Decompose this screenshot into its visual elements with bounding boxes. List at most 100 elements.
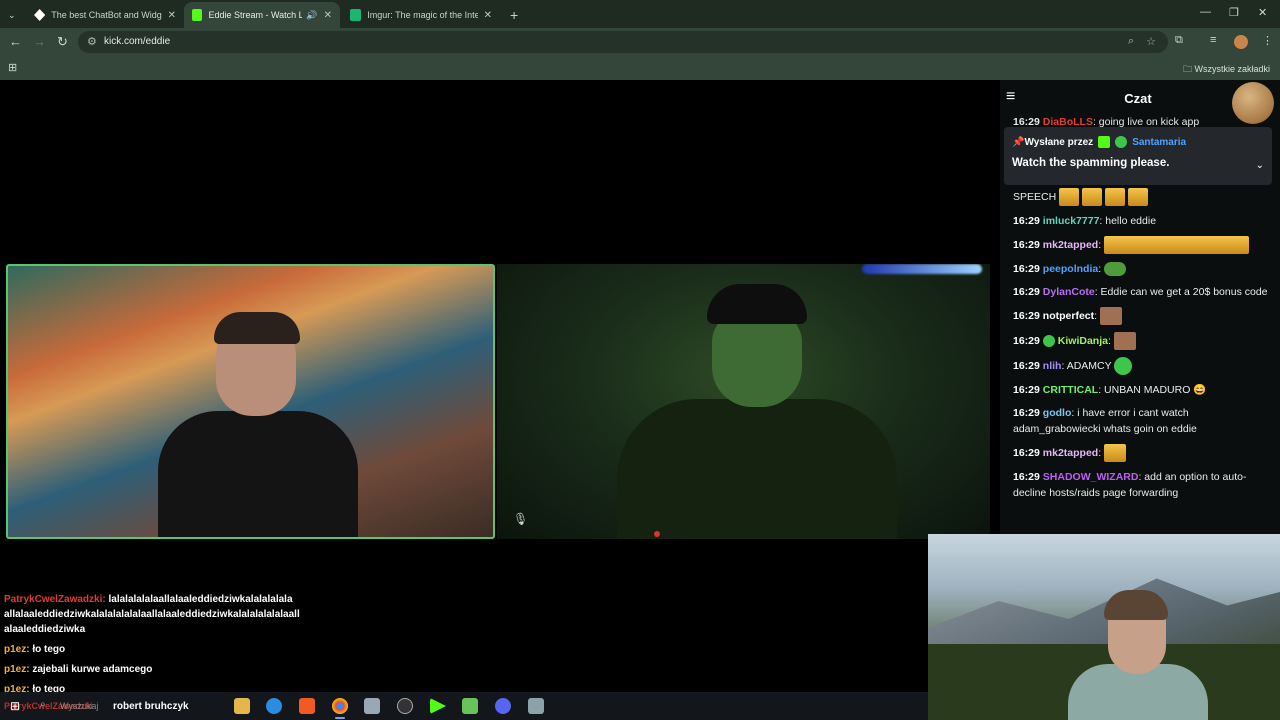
emote-icon <box>1104 444 1127 462</box>
browser-tab-bar: ⌄ The best ChatBot and Widgets ✕ Eddie S… <box>0 0 1280 28</box>
bookmarks-bar: ⊞ 🗀 Wszystkie zakładki <box>0 56 1280 80</box>
brave-browser-icon[interactable] <box>299 698 315 714</box>
kick-app-icon[interactable] <box>430 698 446 714</box>
browser-menu-icon[interactable]: ⋮ <box>1262 34 1273 47</box>
frog-emote-icon <box>1104 262 1127 277</box>
guest-person-image <box>158 312 358 537</box>
verified-badge-icon <box>1115 136 1128 148</box>
pinned-user[interactable]: Santamaria <box>1132 137 1186 148</box>
chat-messages: SPEECH 16:29 imluck7777: hello eddie 16:… <box>1013 188 1275 508</box>
chat-username[interactable]: KiwiDanja <box>1058 335 1108 347</box>
chat-message: 16:29 notperfect: <box>1013 307 1275 325</box>
emote-icon <box>1082 188 1103 206</box>
chat-username[interactable]: DylanCote <box>1043 286 1095 298</box>
bookmark-star-icon[interactable]: ☆ <box>1146 35 1156 48</box>
pinned-text: Watch the spamming please. <box>1012 157 1170 169</box>
apps-grid-icon[interactable]: ⊞ <box>8 61 17 74</box>
guest-webcam-video <box>6 264 495 539</box>
streamer-person-image <box>607 284 907 539</box>
app-icon[interactable] <box>462 698 478 714</box>
doge-avatar-icon <box>1232 82 1274 124</box>
overlay-chat-text: zajebali kurwe adamcego <box>32 664 153 675</box>
close-tab-icon[interactable]: ✕ <box>168 10 176 21</box>
forward-icon[interactable]: → <box>33 34 46 49</box>
overlay-chat-user: p1ez: <box>4 644 30 655</box>
folder-icon: 🗀 <box>1182 64 1195 74</box>
chat-message: 16:29 peepolndia: <box>1013 261 1275 277</box>
chat-username[interactable]: mk2tapped <box>1043 447 1098 459</box>
chat-message: 16:29 imluck7777: hello eddie <box>1013 215 1157 227</box>
face-emote-icon <box>1099 307 1122 325</box>
pin-icon: 📌 <box>1012 136 1025 148</box>
search-label[interactable]: Wyszukaj <box>60 701 98 711</box>
chrome-browser-icon[interactable] <box>332 698 348 714</box>
tab-imgur[interactable]: Imgur: The magic of the Interne ✕ <box>342 2 500 28</box>
emote-icon <box>1059 188 1080 206</box>
moderator-badge-icon <box>1098 136 1111 148</box>
all-bookmarks-button[interactable]: 🗀 Wszystkie zakładki <box>1183 62 1270 78</box>
close-window-icon[interactable]: ✕ <box>1258 6 1267 19</box>
tab-eddie-stream[interactable]: Eddie Stream - Watch Live 🔊 ✕ <box>184 2 340 28</box>
overlay-chat-message: p1ez: zajebali kurwe adamcego <box>4 662 324 677</box>
overlay-chat-message: p1ez: ło tego <box>4 642 324 657</box>
pinned-label: Wysłane przez <box>1024 136 1094 148</box>
address-toolbar: ← → ↻ ⚙ kick.com/eddie ⌕ ☆ ⧉ ≡ ⋮ <box>0 28 1280 56</box>
chat-username[interactable]: notperfect <box>1043 310 1094 322</box>
active-app-indicator <box>335 717 345 719</box>
overlay-chat-user: PatrykCwelZawadzki: <box>4 594 106 605</box>
chevron-down-icon[interactable]: ⌄ <box>1256 160 1264 171</box>
overlay-chat: PatrykCwelZawadzki: lalalalalalaallalaal… <box>4 592 324 702</box>
windows-start-icon[interactable]: ⊞ <box>10 699 20 713</box>
media-control-icon[interactable]: ≡ <box>1210 34 1216 46</box>
tab-chatbot[interactable]: The best ChatBot and Widgets ✕ <box>26 2 184 28</box>
new-tab-button[interactable]: + <box>502 2 526 28</box>
chat-username[interactable]: godlo <box>1043 407 1072 419</box>
chat-header: ≡ Czat <box>1000 80 1280 124</box>
windows-taskbar: PatrykCwelZawadzki ⊞ ⌕ Wyszukaj robert b… <box>0 692 928 720</box>
minimize-icon[interactable]: — <box>1200 6 1211 18</box>
tab-title: Eddie Stream - Watch Live <box>208 10 303 20</box>
edge-browser-icon[interactable] <box>266 698 282 714</box>
overlay-chat-text: ło tego <box>32 644 66 655</box>
face-emote-icon <box>1113 332 1136 350</box>
site-info-icon[interactable]: ⚙ <box>87 35 97 48</box>
emote-icon <box>1104 188 1125 206</box>
chat-message: 16:29 KiwiDanja: <box>1013 332 1275 350</box>
search-icon[interactable]: ⌕ <box>40 699 46 710</box>
chat-username[interactable]: mk2tapped <box>1043 239 1098 251</box>
discord-icon[interactable] <box>495 698 511 714</box>
restore-icon[interactable]: ❐ <box>1229 6 1239 19</box>
audio-playing-icon[interactable]: 🔊 <box>306 10 317 21</box>
address-bar[interactable]: ⚙ kick.com/eddie ⌕ ☆ <box>78 31 1168 53</box>
zoom-icon[interactable]: ⌕ <box>1128 35 1134 48</box>
chat-message: 16:29 nlih: ADAMCY <box>1013 357 1275 375</box>
chat-username[interactable]: nlih <box>1043 360 1062 372</box>
back-icon[interactable]: ← <box>9 34 22 49</box>
file-explorer-icon[interactable] <box>234 698 250 714</box>
chat-username[interactable]: imluck7777 <box>1043 215 1100 227</box>
app-icon[interactable] <box>364 698 380 714</box>
tab-list-button[interactable]: ⌄ <box>0 2 24 28</box>
chat-username[interactable]: peepolndia <box>1043 263 1098 275</box>
close-tab-icon[interactable]: ✕ <box>484 10 492 21</box>
tab-title: Imgur: The magic of the Interne <box>367 10 478 20</box>
extensions-icon[interactable]: ⧉ <box>1175 34 1183 47</box>
emote-icon <box>1104 236 1250 254</box>
tab-title: The best ChatBot and Widgets <box>51 10 162 20</box>
chat-username[interactable]: CRITTICAL <box>1043 384 1098 396</box>
close-tab-icon[interactable]: ✕ <box>324 10 332 21</box>
chat-message: 16:29 SHADOW_WIZARD: add an option to au… <box>1013 471 1247 499</box>
chat-message: 16:29 godlo: i have error i cant watch a… <box>1013 407 1197 435</box>
obs-icon[interactable] <box>397 698 413 714</box>
verified-badge-icon <box>1042 335 1055 347</box>
stream-user-label: robert bruhczyk <box>113 701 189 712</box>
streamer-webcam-video <box>497 264 990 539</box>
profile-avatar[interactable] <box>1234 35 1248 49</box>
reload-icon[interactable]: ↻ <box>57 34 68 50</box>
chat-username[interactable]: SHADOW_WIZARD <box>1043 471 1139 483</box>
pinned-message[interactable]: 📌 Wysłane przez Santamaria Watch the spa… <box>1004 127 1272 185</box>
chat-message: 16:29 mk2tapped: <box>1013 236 1275 254</box>
app-icon[interactable] <box>528 698 544 714</box>
overlay-chat-message: PatrykCwelZawadzki: lalalalalalaallalaal… <box>4 592 324 637</box>
recording-dot <box>654 531 660 537</box>
